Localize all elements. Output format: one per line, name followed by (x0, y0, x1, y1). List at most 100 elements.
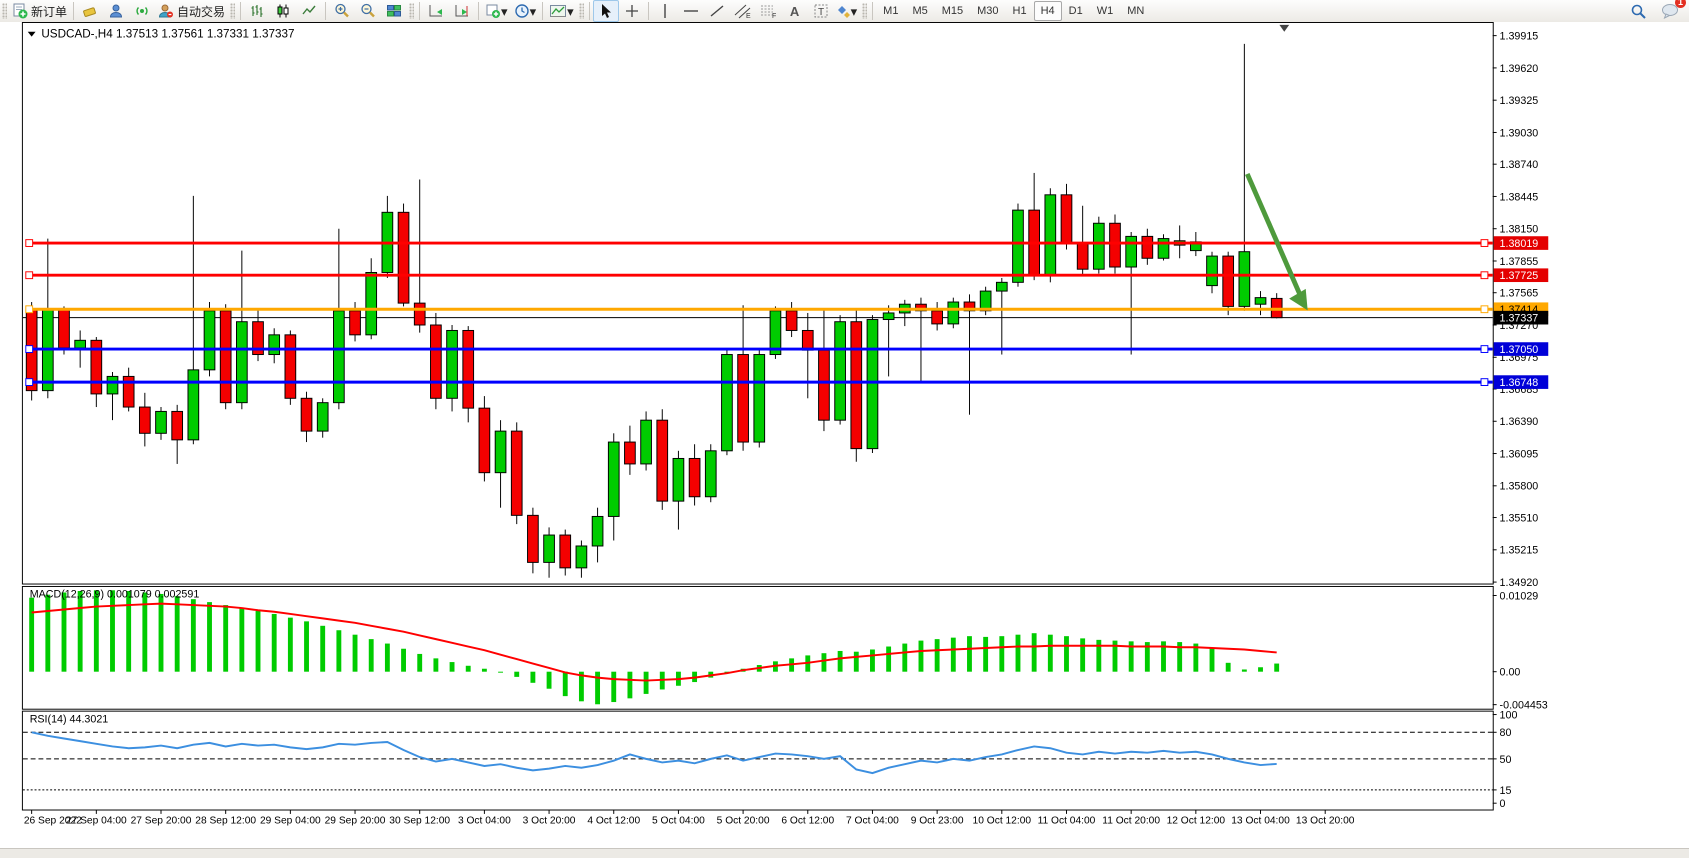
timeframe-button-m15[interactable]: M15 (935, 1, 970, 21)
autotrade-label: 自动交易 (177, 3, 225, 20)
signals-button[interactable] (129, 0, 155, 22)
vertical-line-tool-button[interactable] (652, 0, 678, 22)
svg-text:80: 80 (1500, 727, 1512, 739)
main-toolbar: 新订单 自动交易 (0, 0, 1689, 23)
person-icon (108, 3, 124, 19)
timeframe-button-w1[interactable]: W1 (1090, 1, 1121, 21)
tile-windows-button[interactable] (381, 0, 407, 22)
chart-shift-button[interactable] (449, 0, 475, 22)
zoom-in-icon (334, 3, 350, 19)
new-order-label: 新订单 (31, 3, 67, 20)
svg-text:13 Oct 20:00: 13 Oct 20:00 (1296, 816, 1355, 827)
indicators-button[interactable]: ▾ (546, 0, 577, 22)
text-a-icon: A (790, 4, 799, 19)
level-anchor-handle[interactable] (26, 306, 33, 313)
chart-canvas[interactable]: 1.399151.396201.393251.390301.387401.384… (0, 22, 1689, 848)
bar-chart-button[interactable] (244, 0, 270, 22)
svg-text:100: 100 (1500, 709, 1518, 721)
svg-text:0.00: 0.00 (1500, 667, 1521, 679)
new-chart-button[interactable]: ▾ (482, 0, 511, 22)
svg-text:1.37855: 1.37855 (1500, 256, 1539, 268)
level-anchor-handle[interactable] (1481, 379, 1488, 386)
timeframe-button-h1[interactable]: H1 (1006, 1, 1034, 21)
trendline-tool-button[interactable] (704, 0, 730, 22)
crosshair-icon (624, 3, 640, 19)
clock-icon (514, 3, 530, 19)
auto-scroll-icon (428, 3, 444, 19)
svg-text:RSI(14) 44.3021: RSI(14) 44.3021 (30, 713, 109, 725)
eraser-icon (82, 3, 98, 19)
level-anchor-handle[interactable] (26, 379, 33, 386)
periods-button[interactable]: ▾ (511, 0, 540, 22)
level-anchor-handle[interactable] (1481, 306, 1488, 313)
svg-text:1.39030: 1.39030 (1500, 127, 1539, 139)
deposit-button[interactable] (77, 0, 103, 22)
dropdown-caret-icon: ▾ (501, 5, 508, 18)
auto-scroll-button[interactable] (423, 0, 449, 22)
autotrade-button[interactable]: 自动交易 (155, 0, 228, 22)
vertical-line-icon (659, 3, 671, 19)
timeframe-button-h4[interactable]: H4 (1034, 1, 1062, 21)
horizontal-line-tool-button[interactable] (678, 0, 704, 22)
new-order-button[interactable]: 新订单 (9, 0, 70, 22)
svg-text:1.39915: 1.39915 (1500, 31, 1539, 43)
chart-window[interactable]: 1.399151.396201.393251.390301.387401.384… (0, 22, 1689, 848)
new-chart-icon (485, 3, 501, 19)
svg-text:E: E (746, 13, 751, 19)
svg-text:28 Sep 12:00: 28 Sep 12:00 (195, 816, 256, 827)
zoom-in-button[interactable] (329, 0, 355, 22)
equidistant-channel-tool-button[interactable]: E (730, 0, 756, 22)
timeframe-button-m1[interactable]: M1 (876, 1, 905, 21)
svg-text:3 Oct 04:00: 3 Oct 04:00 (458, 816, 511, 827)
candlestick-icon (275, 3, 291, 19)
cursor-icon (599, 3, 613, 19)
svg-text:15: 15 (1500, 785, 1512, 797)
search-button[interactable] (1625, 0, 1651, 22)
horizontal-line-icon (683, 3, 699, 19)
fibonacci-tool-button[interactable]: F (756, 0, 782, 22)
svg-text:0.01029: 0.01029 (1500, 590, 1539, 602)
svg-text:10 Oct 12:00: 10 Oct 12:00 (973, 816, 1032, 827)
candle-chart-button[interactable] (270, 0, 296, 22)
chart-shift-icon (454, 3, 470, 19)
price-axis: 1.399151.396201.393251.390301.387401.384… (1493, 31, 1549, 589)
profile-button[interactable] (103, 0, 129, 22)
svg-text:6 Oct 12:00: 6 Oct 12:00 (781, 816, 834, 827)
dropdown-caret-icon: ▾ (851, 5, 858, 18)
svg-text:11 Oct 20:00: 11 Oct 20:00 (1102, 816, 1160, 827)
text-tool-button[interactable]: A (782, 0, 808, 22)
cursor-tool-button[interactable] (593, 0, 619, 22)
svg-text:1.36748: 1.36748 (1500, 377, 1539, 389)
zoom-out-icon (360, 3, 376, 19)
level-anchor-handle[interactable] (26, 272, 33, 279)
indicators-icon (549, 3, 567, 19)
crosshair-tool-button[interactable] (619, 0, 645, 22)
timeframe-button-mn[interactable]: MN (1120, 1, 1151, 21)
level-anchor-handle[interactable] (1481, 240, 1488, 247)
search-icon (1630, 3, 1647, 20)
zoom-out-button[interactable] (355, 0, 381, 22)
svg-text:1.38445: 1.38445 (1500, 191, 1539, 203)
line-chart-button[interactable] (296, 0, 322, 22)
trendline-icon (709, 3, 725, 19)
signal-icon (134, 3, 150, 19)
line-chart-icon (301, 3, 317, 19)
timeframe-button-m30[interactable]: M30 (970, 1, 1005, 21)
svg-text:29 Sep 04:00: 29 Sep 04:00 (260, 816, 321, 827)
level-anchor-handle[interactable] (26, 346, 33, 353)
svg-text:27 Sep 20:00: 27 Sep 20:00 (131, 816, 192, 827)
timeframe-button-m5[interactable]: M5 (905, 1, 934, 21)
timeframe-group: M1M5M15M30H1H4D1W1MN (876, 1, 1151, 21)
shapes-icon (837, 3, 851, 19)
svg-text:27 Sep 04:00: 27 Sep 04:00 (66, 816, 127, 827)
notifications-button[interactable]: 1 (1657, 0, 1683, 22)
autotrade-person-icon (158, 3, 174, 19)
text-label-tool-button[interactable]: T (808, 0, 834, 22)
fibonacci-icon: F (760, 3, 778, 19)
level-anchor-handle[interactable] (1481, 272, 1488, 279)
dropdown-caret-icon: ▾ (530, 5, 537, 18)
timeframe-button-d1[interactable]: D1 (1062, 1, 1090, 21)
shapes-tool-button[interactable]: ▾ (834, 0, 861, 22)
level-anchor-handle[interactable] (26, 240, 33, 247)
level-anchor-handle[interactable] (1481, 346, 1488, 353)
